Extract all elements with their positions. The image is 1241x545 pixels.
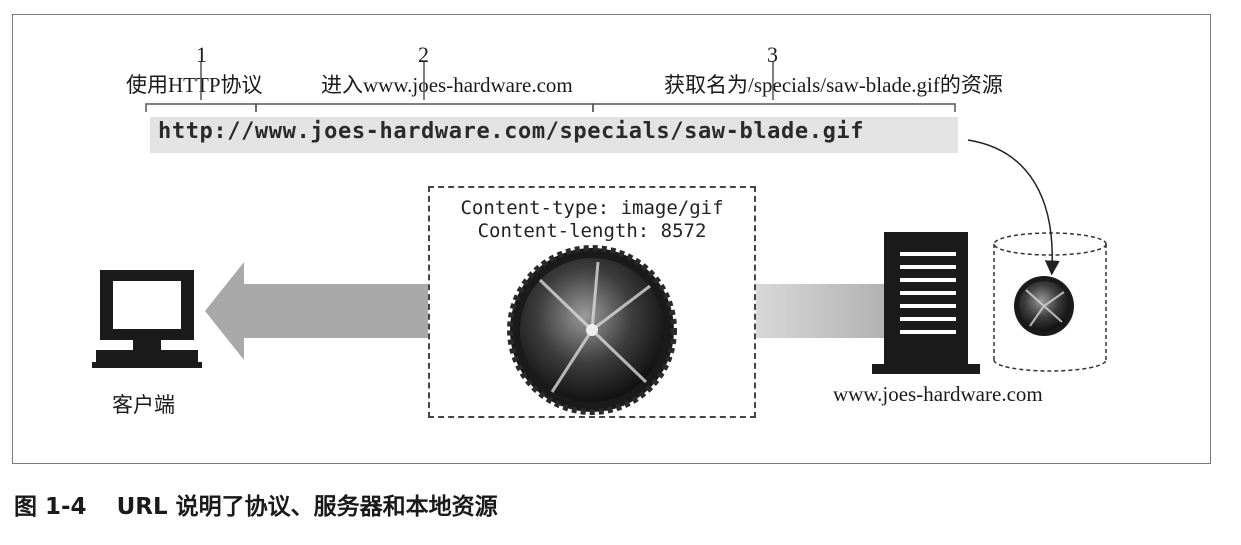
content-type-header: Content-type: image/gif (460, 197, 724, 219)
client-label: 客户端 (112, 393, 175, 417)
server-label: www.joes-hardware.com (833, 382, 1043, 406)
stored-blade-icon (1014, 276, 1074, 336)
resource-pointer-arrow (967, 139, 1060, 276)
computer-icon (92, 270, 202, 368)
server-icon (872, 232, 980, 374)
figure-number: 图 1-4 (14, 494, 87, 520)
content-length-header: Content-length: 8572 (477, 220, 707, 242)
response-headers: Content-type: image/gif Content-length: … (436, 197, 748, 243)
figure-title: URL 说明了协议、服务器和本地资源 (116, 494, 498, 520)
figure-caption: 图 1-4 URL 说明了协议、服务器和本地资源 (14, 487, 498, 521)
